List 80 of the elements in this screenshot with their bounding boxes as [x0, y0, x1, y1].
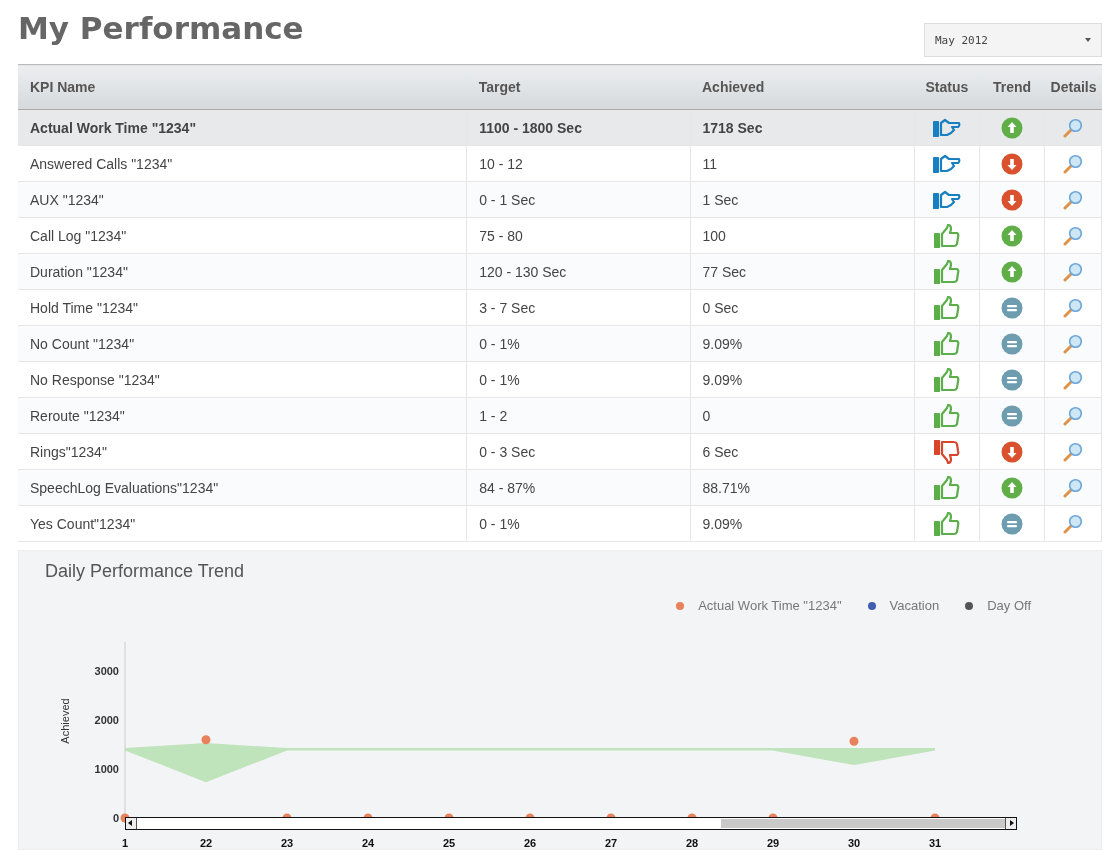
- axis-tick-label: 30: [847, 837, 861, 849]
- chart-title: Daily Performance Trend: [44, 560, 246, 582]
- table-cell: Actual Work Time "1234": [18, 109, 467, 146]
- axis-tick-label: 3000: [94, 665, 119, 678]
- magnifier-icon[interactable]: [1063, 441, 1084, 462]
- column-header: Status: [914, 64, 980, 110]
- table-cell: 75 - 80: [466, 217, 690, 254]
- table-cell: 77 Sec: [690, 253, 915, 290]
- axis-tick-label: 1: [121, 837, 129, 849]
- axis-tick-label: 31: [928, 837, 942, 849]
- table-cell: 0 - 1%: [466, 505, 690, 542]
- axis-tick-label: 2000: [94, 714, 119, 727]
- column-header: Target: [466, 64, 690, 110]
- magnifier-icon[interactable]: [1063, 153, 1084, 174]
- table-cell: 88.71%: [690, 469, 915, 506]
- data-point: [201, 735, 211, 745]
- axis-tick-label: 24: [361, 837, 375, 849]
- axis-tick-label: 23: [280, 837, 294, 849]
- data-point: [849, 736, 859, 746]
- axis-tick-label: 27: [604, 837, 618, 849]
- table-cell: 0 Sec: [690, 289, 915, 326]
- table-cell: 1 Sec: [690, 181, 915, 218]
- column-header: Details: [1044, 64, 1102, 110]
- table-cell: 6 Sec: [690, 433, 915, 470]
- table-cell: Yes Count"1234": [18, 505, 467, 542]
- magnifier-icon[interactable]: [1063, 261, 1084, 282]
- table-cell: 11: [690, 145, 915, 182]
- table-cell: SpeechLog Evaluations"1234": [18, 469, 467, 506]
- column-header: KPI Name: [18, 64, 467, 110]
- axis-tick-label: 1000: [94, 763, 119, 776]
- magnifier-icon[interactable]: [1063, 513, 1084, 534]
- column-header: Achieved: [690, 64, 915, 110]
- period-dropdown[interactable]: May 2012: [924, 23, 1102, 57]
- column-header: Trend: [979, 64, 1045, 110]
- caret-icon: [1085, 38, 1091, 42]
- table-cell: 1100 - 1800 Sec: [466, 109, 690, 146]
- table-cell: 120 - 130 Sec: [466, 253, 690, 290]
- axis-tick-label: 22: [199, 837, 213, 849]
- table-cell: 100: [690, 217, 915, 254]
- axis-tick-label: 25: [442, 837, 456, 849]
- magnifier-icon[interactable]: [1063, 405, 1084, 426]
- axis-label: Achieved: [59, 698, 71, 744]
- table-cell: 9.09%: [690, 505, 915, 542]
- table-cell: 9.09%: [690, 325, 915, 362]
- magnifier-icon[interactable]: [1063, 225, 1084, 246]
- table-cell: AUX "1234": [18, 181, 467, 218]
- table-cell: 3 - 7 Sec: [466, 289, 690, 326]
- table-cell: 0 - 1%: [466, 325, 690, 362]
- table-cell: Duration "1234": [18, 253, 467, 290]
- table-cell: Rings"1234": [18, 433, 467, 470]
- table-cell: 0 - 3 Sec: [466, 433, 690, 470]
- magnifier-icon[interactable]: [1063, 297, 1084, 318]
- magnifier-icon[interactable]: [1063, 477, 1084, 498]
- table-cell: Call Log "1234": [18, 217, 467, 254]
- table-cell: 9.09%: [690, 361, 915, 398]
- table-cell: No Count "1234": [18, 325, 467, 362]
- legend-label: Actual Work Time "1234": [698, 598, 842, 613]
- legend-label: Vacation: [889, 598, 940, 613]
- table-cell: 0 - 1%: [466, 361, 690, 398]
- page-title: My Performance: [18, 10, 304, 46]
- magnifier-icon[interactable]: [1063, 369, 1084, 390]
- table-cell: Answered Calls "1234": [18, 145, 467, 182]
- table-cell: Hold Time "1234": [18, 289, 467, 326]
- table-cell: 0: [690, 397, 915, 434]
- table-cell: 10 - 12: [466, 145, 690, 182]
- table-cell: Reroute "1234": [18, 397, 467, 434]
- magnifier-icon[interactable]: [1063, 189, 1084, 210]
- axis-tick-label: 0: [112, 812, 119, 824]
- table-cell: 0 - 1 Sec: [466, 181, 690, 218]
- magnifier-icon[interactable]: [1063, 333, 1084, 354]
- table-cell: 1718 Sec: [690, 109, 915, 146]
- magnifier-icon[interactable]: [1063, 117, 1084, 138]
- legend-label: Day Off: [987, 598, 1031, 613]
- axis-tick-label: 28: [685, 837, 699, 849]
- table-cell: 84 - 87%: [466, 469, 690, 506]
- axis-tick-label: 29: [766, 837, 780, 849]
- table-cell: 1 - 2: [466, 397, 690, 434]
- scrollbar[interactable]: [125, 817, 1017, 830]
- table-cell: No Response "1234": [18, 361, 467, 398]
- axis-tick-label: 26: [523, 837, 537, 849]
